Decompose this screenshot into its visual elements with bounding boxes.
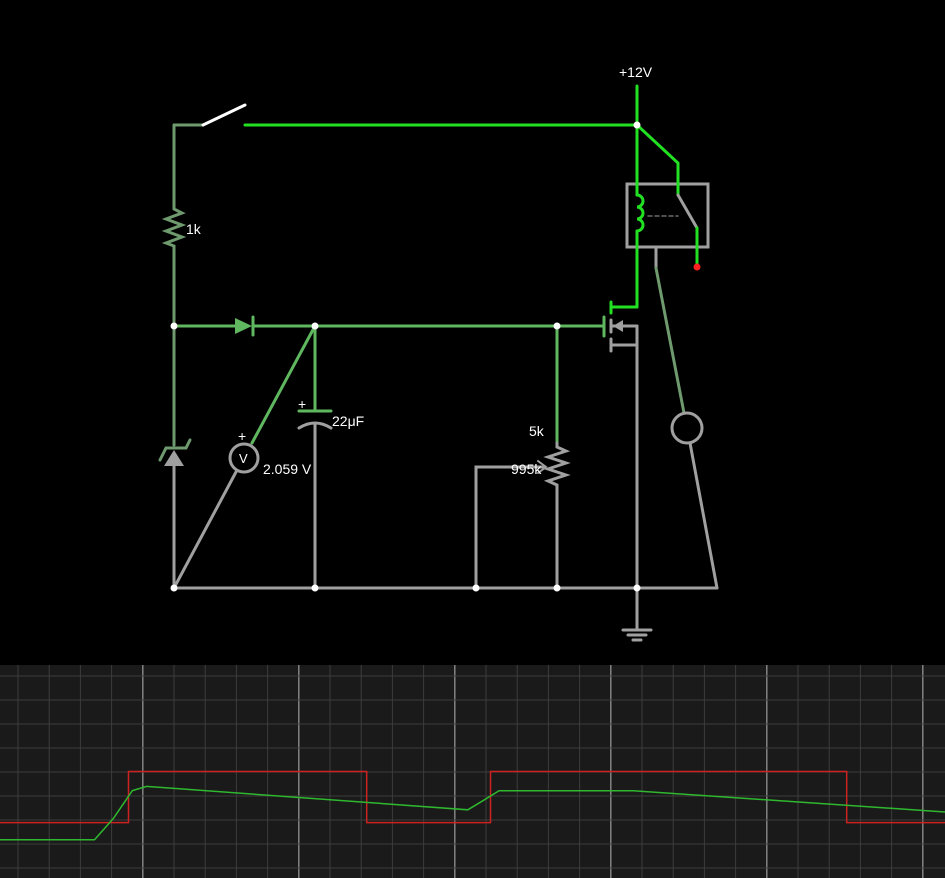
supply-label: +12V <box>619 64 653 80</box>
voltmeter-plus-label: + <box>238 428 246 444</box>
diode[interactable] <box>235 315 255 337</box>
mosfet[interactable] <box>602 245 639 590</box>
lamp[interactable] <box>670 411 704 445</box>
switch[interactable] <box>172 103 247 127</box>
relay-contact-dot <box>693 263 701 271</box>
circuit-canvas[interactable]: +12V 1k + 22μF + V 2.059 V 5k 995k <box>0 0 945 878</box>
pot-label-value: 995k <box>511 461 542 477</box>
relay[interactable] <box>625 123 710 270</box>
circuit-diagram <box>158 84 719 642</box>
lamp-wire-top[interactable] <box>654 266 686 415</box>
capacitor-22uf[interactable] <box>297 409 333 590</box>
voltmeter-reading: 2.059 V <box>263 461 312 477</box>
lamp-wire-bottom[interactable] <box>688 441 719 590</box>
potentiometer[interactable] <box>543 441 571 492</box>
junction-dots <box>170 121 641 592</box>
capacitor-plus-label: + <box>298 396 306 412</box>
ground-symbol[interactable] <box>621 586 653 642</box>
voltmeter-lead-bottom[interactable] <box>172 470 238 590</box>
pot-label-top: 5k <box>529 423 545 439</box>
scope-panel[interactable] <box>0 665 945 878</box>
resistor-label: 1k <box>186 221 202 237</box>
voltmeter-symbol: V <box>239 451 248 466</box>
capacitor-label: 22μF <box>332 413 364 429</box>
pot-wiper[interactable] <box>474 465 547 590</box>
resistor-1k[interactable] <box>161 203 187 252</box>
